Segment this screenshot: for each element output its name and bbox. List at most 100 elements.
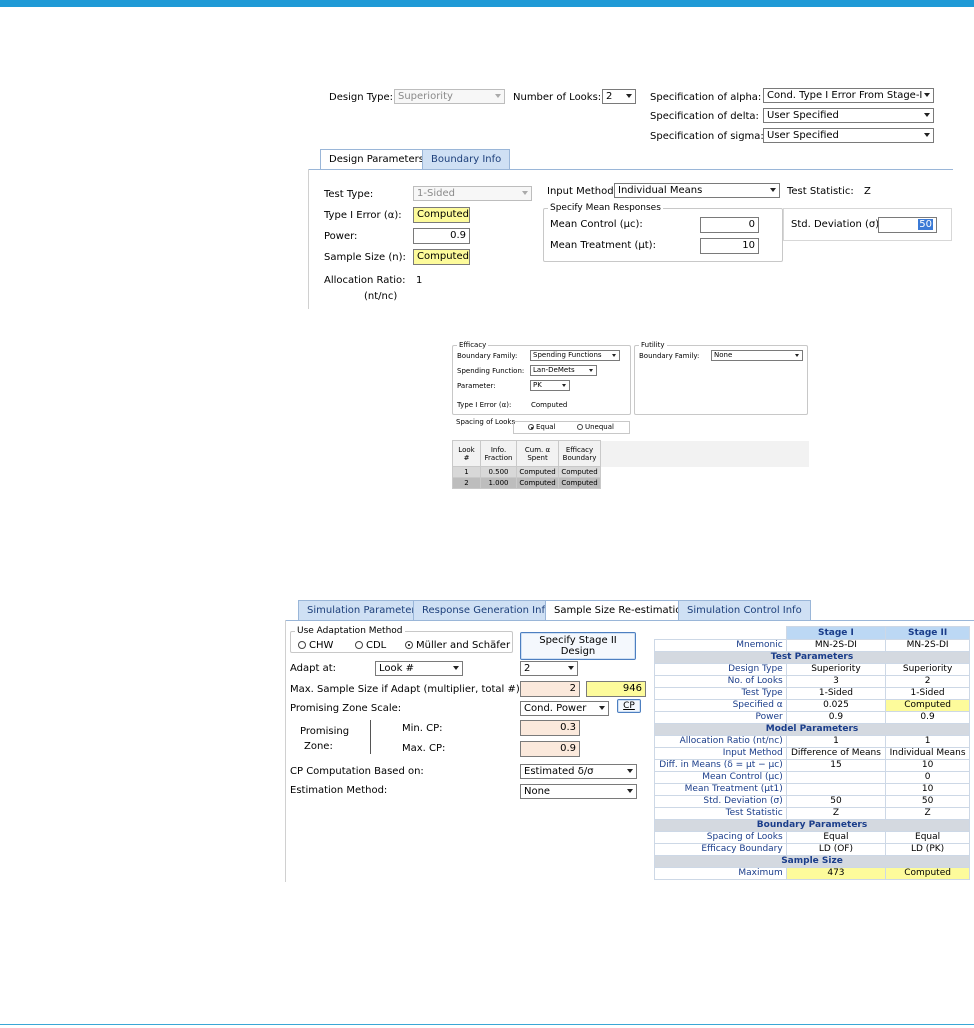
- tab-simulation-control[interactable]: Simulation Control Info: [678, 600, 811, 620]
- spacing-unequal-radio[interactable]: Unequal: [577, 423, 614, 431]
- adapt-at-label: Adapt at:: [290, 663, 337, 674]
- table-row: Test Type 1-Sided 1-Sided: [654, 687, 970, 700]
- cp-chart-button[interactable]: CP: [617, 699, 641, 713]
- chevron-down-icon: [627, 769, 633, 773]
- summary-stage1-value: Superiority: [785, 663, 887, 676]
- grid-header: Info. Fraction: [480, 440, 517, 467]
- chevron-down-icon: [626, 94, 632, 98]
- std-dev-field[interactable]: 50: [878, 217, 937, 233]
- ms-label: Müller and Schäfer: [416, 640, 511, 651]
- sigma-spec-label: Specification of sigma:: [650, 131, 764, 142]
- top-accent-bar: [0, 0, 974, 7]
- alpha-spec-select[interactable]: Cond. Type I Error From Stage-I: [763, 88, 934, 103]
- table-row: Power 0.9 0.9: [654, 711, 970, 724]
- specify-stage2-button[interactable]: Specify Stage II Design: [520, 632, 636, 660]
- grid-cell: 2: [452, 477, 481, 489]
- num-looks-select[interactable]: 2: [602, 89, 636, 104]
- num-looks-label: Number of Looks:: [513, 92, 602, 103]
- delta-spec-label: Specification of delta:: [650, 111, 759, 122]
- summary-stage2-value: 1: [885, 735, 970, 748]
- chevron-down-icon: [612, 354, 616, 357]
- bnd-type1-label: Type I Error (α):: [457, 401, 512, 409]
- adapt-chw-radio[interactable]: CHW: [298, 640, 333, 651]
- test-statistic-label: Test Statistic:: [787, 186, 854, 197]
- design-type-select[interactable]: Superiority: [394, 89, 505, 104]
- summary-stage2-value: Z: [885, 807, 970, 820]
- chevron-down-icon: [924, 113, 930, 117]
- summary-row-label: Std. Deviation (σ): [654, 795, 787, 808]
- table-row: No. of Looks 3 2: [654, 675, 970, 688]
- panel-left-border: [308, 169, 309, 309]
- summary-section-label: Test Parameters: [654, 651, 970, 664]
- test-type-select[interactable]: 1-Sided: [413, 186, 532, 201]
- sample-size-field[interactable]: Computed: [413, 249, 470, 265]
- power-field[interactable]: 0.9: [413, 228, 470, 244]
- spend-fn-select[interactable]: Lan-DeMets: [530, 365, 597, 376]
- mean-control-field[interactable]: 0: [700, 217, 759, 233]
- tab-response-generation[interactable]: Response Generation Info: [413, 600, 561, 620]
- tab-boundary-info[interactable]: Boundary Info: [422, 149, 511, 169]
- sigma-spec-select[interactable]: User Specified: [763, 128, 934, 143]
- delta-spec-select[interactable]: User Specified: [763, 108, 934, 123]
- spacing-equal-radio[interactable]: Equal: [528, 423, 556, 431]
- max-ss-label: Max. Sample Size if Adapt (multiplier, t…: [290, 684, 524, 695]
- summary-stage2-value: Superiority: [885, 663, 970, 676]
- adapt-cdl-radio[interactable]: CDL: [355, 640, 386, 651]
- pz-scale-select[interactable]: Cond. Power: [520, 701, 609, 716]
- adapt-ms-radio[interactable]: Müller and Schäfer: [405, 640, 510, 651]
- est-method-select[interactable]: None: [520, 784, 637, 799]
- chevron-down-icon: [599, 706, 605, 710]
- min-cp-field[interactable]: 0.3: [520, 720, 580, 736]
- type1-error-field[interactable]: Computed: [413, 207, 470, 223]
- mean-treatment-field[interactable]: 10: [700, 238, 759, 254]
- chevron-down-icon: [795, 354, 799, 357]
- tab-divider: [308, 169, 953, 170]
- allocation-ratio-label: Allocation Ratio:: [324, 275, 406, 286]
- summary-stage1-value: 1-Sided: [785, 687, 887, 700]
- summary-row-label: Specified α: [654, 699, 787, 712]
- grid-header: Look #: [452, 440, 481, 467]
- fut-family-label: Boundary Family:: [639, 352, 700, 360]
- adapt-at-look-select[interactable]: 2: [520, 661, 578, 676]
- std-dev-selected-text: 50: [918, 219, 933, 230]
- summary-stage1-value: 473: [785, 867, 887, 880]
- fut-family-select[interactable]: None: [711, 350, 803, 361]
- chevron-down-icon: [924, 133, 930, 137]
- table-row[interactable]: 2 1.000 Computed Computed: [452, 477, 809, 489]
- spacing-legend: Spacing of Looks: [456, 418, 516, 426]
- chevron-down-icon: [522, 191, 528, 195]
- tab-sample-size-reestimation[interactable]: Sample Size Re-estimation: [545, 600, 697, 620]
- chevron-down-icon: [770, 188, 776, 192]
- parameter-select[interactable]: PK: [530, 380, 570, 391]
- tab-simulation-parameters[interactable]: Simulation Parameters: [298, 600, 430, 620]
- table-row: Specified α 0.025 Computed: [654, 699, 970, 712]
- radio-off-icon: [355, 641, 363, 649]
- summary-section-label: Sample Size: [654, 855, 970, 868]
- table-row: Allocation Ratio (nt/nc) 1 1: [654, 735, 970, 748]
- tab-design-parameters[interactable]: Design Parameters: [320, 149, 433, 169]
- eff-family-select[interactable]: Spending Functions: [530, 350, 620, 361]
- summary-stage2-value: Computed: [885, 867, 970, 880]
- power-label: Power:: [324, 231, 358, 242]
- summary-row-label: Maximum: [654, 867, 787, 880]
- summary-col-header: Stage I: [785, 626, 887, 640]
- allocation-ratio-value: 1: [416, 275, 423, 286]
- summary-stage2-value: LD (PK): [885, 843, 970, 856]
- allocation-ratio-sub: (nt/nc): [364, 291, 398, 302]
- max-ss-total-field[interactable]: 946: [586, 681, 646, 697]
- summary-stage2-value: 10: [885, 759, 970, 772]
- summary-stage2-value: Computed: [885, 699, 970, 712]
- summary-row-label: Diff. in Means (δ = μt − μc): [654, 759, 787, 772]
- max-ss-multiplier-field[interactable]: 2: [520, 681, 580, 697]
- summary-stage1-value: 0.025: [785, 699, 887, 712]
- input-method-select[interactable]: Individual Means: [614, 183, 780, 198]
- max-cp-field[interactable]: 0.9: [520, 741, 580, 757]
- table-row[interactable]: 1 0.500 Computed Computed: [452, 466, 809, 478]
- cp-comp-select[interactable]: Estimated δ/σ: [520, 764, 637, 779]
- summary-stage1-value: Z: [785, 807, 887, 820]
- summary-stage1-value: Difference of Means: [785, 747, 887, 760]
- table-row: Maximum 473 Computed: [654, 867, 970, 880]
- adaptation-legend: Use Adaptation Method: [297, 626, 403, 636]
- adapt-at-select[interactable]: Look #: [375, 661, 463, 676]
- radio-off-icon: [298, 641, 306, 649]
